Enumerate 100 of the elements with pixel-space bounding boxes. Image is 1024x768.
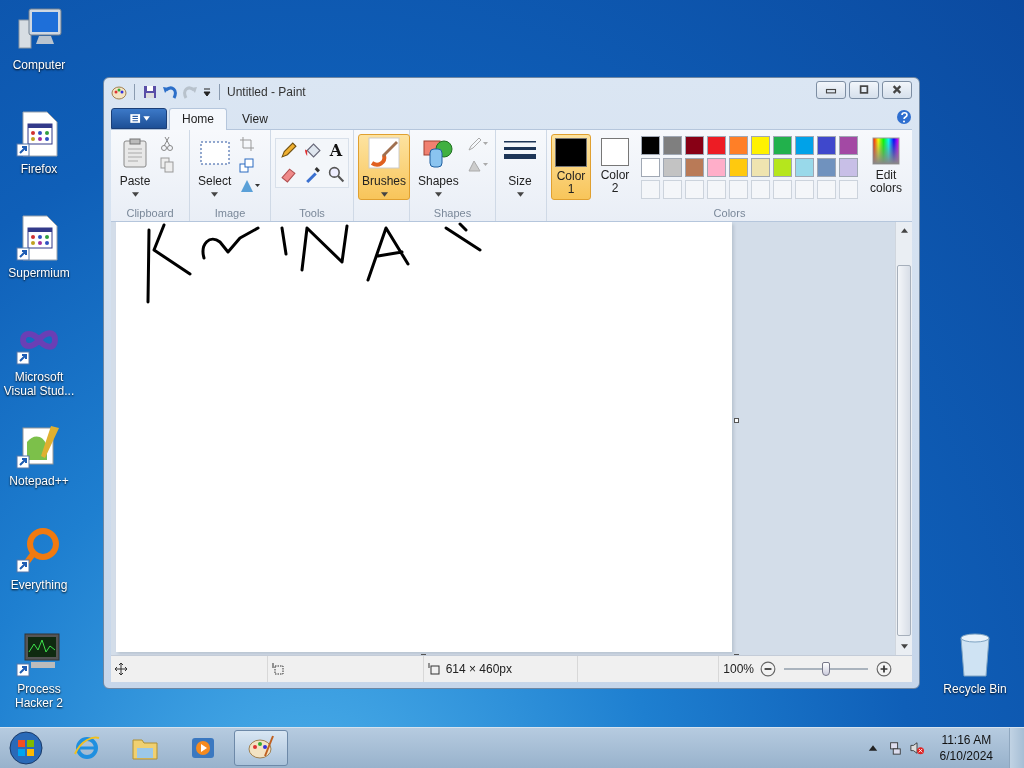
help-icon[interactable] [896, 109, 912, 126]
palette-icon [247, 734, 275, 762]
desktop-shortcut[interactable]: Microsoft Visual Stud... [0, 318, 78, 404]
slider-thumb[interactable] [822, 662, 830, 677]
maximize-icon [857, 85, 871, 95]
palette-swatch[interactable] [641, 135, 660, 155]
brushes-button[interactable]: Brushes [358, 133, 411, 200]
paste-button[interactable]: Paste [115, 133, 155, 200]
palette-swatch[interactable] [773, 157, 792, 177]
palette-swatch[interactable] [685, 135, 704, 155]
group-label: Clipboard [126, 206, 174, 222]
palette-icon[interactable] [111, 83, 127, 100]
canvas-size-text: 614 × 460px [445, 662, 513, 677]
save-icon[interactable] [142, 83, 158, 100]
close-icon [890, 85, 904, 95]
minimize-button[interactable] [816, 80, 846, 99]
palette-swatch[interactable] [729, 135, 748, 155]
empty-swatch[interactable] [729, 179, 748, 199]
text-tool-button[interactable]: A [325, 139, 347, 162]
desktop-shortcut[interactable]: Notepad++ [0, 422, 78, 508]
ribbon-tab[interactable]: View [229, 107, 281, 130]
edit-colors-button[interactable]: Edit colors [864, 133, 908, 198]
vertical-scrollbar[interactable] [895, 222, 912, 656]
empty-swatch[interactable] [641, 179, 660, 199]
palette-swatch[interactable] [817, 135, 836, 155]
group-label: Shapes [433, 206, 472, 222]
empty-swatch[interactable] [751, 179, 770, 199]
desktop-shortcut[interactable]: Computer [0, 6, 78, 92]
close-button[interactable] [882, 80, 912, 99]
pencil-icon [279, 141, 297, 159]
size-button[interactable]: Size [500, 133, 540, 200]
palette-swatch[interactable] [795, 135, 814, 155]
desktop-shortcut[interactable]: Recycle Bin [936, 630, 1014, 696]
undo-icon[interactable] [162, 83, 178, 100]
eraser-icon [279, 165, 297, 183]
zoom-level-text: 100% [723, 662, 754, 677]
resize-handle[interactable] [734, 418, 739, 424]
empty-swatch[interactable] [839, 179, 858, 199]
palette-swatch[interactable] [751, 135, 770, 155]
maximize-button[interactable] [849, 80, 879, 99]
network-icon[interactable] [887, 741, 902, 755]
empty-swatch[interactable] [707, 179, 726, 199]
palette-swatch[interactable] [707, 135, 726, 155]
desktop-shortcut[interactable]: Everything [0, 526, 78, 612]
desktop-shortcut[interactable]: Firefox [0, 110, 78, 196]
caret-icon [131, 191, 139, 197]
plus-icon [876, 661, 892, 678]
monitor-icon [15, 630, 63, 678]
empty-swatch[interactable] [663, 179, 682, 199]
dropdown-icon[interactable] [202, 86, 212, 97]
color-slot-button[interactable]: Color 2 [595, 133, 635, 200]
clock[interactable]: 11:16 AM 6/10/2024 [939, 732, 993, 764]
start-button[interactable] [8, 730, 44, 766]
show-desktop-button[interactable] [1009, 728, 1024, 768]
shapes-button[interactable]: Shapes [414, 133, 463, 200]
copy-icon[interactable] [159, 156, 175, 173]
speaker-muted-icon[interactable] [909, 741, 924, 755]
empty-swatch[interactable] [795, 179, 814, 199]
color-spectrum-icon [872, 136, 900, 165]
desktop-shortcut[interactable]: Supermium [0, 214, 78, 300]
scroll-down-icon[interactable] [900, 644, 908, 650]
palette-swatch[interactable] [685, 157, 704, 177]
resize-icon[interactable] [239, 156, 256, 173]
scissors-icon[interactable] [159, 135, 175, 152]
window-title: Untitled - Paint [227, 84, 306, 99]
palette-swatch[interactable] [751, 157, 770, 177]
zoom-out-button[interactable] [760, 661, 776, 678]
taskbar-button[interactable] [234, 730, 288, 766]
ribbon-tab[interactable]: Home [169, 107, 227, 130]
brush-icon [368, 136, 400, 169]
zoom-in-button[interactable] [876, 661, 892, 678]
cursor-position-icon [115, 663, 127, 676]
magnifier-icon [327, 165, 345, 183]
palette-swatch[interactable] [839, 135, 858, 155]
crop-icon[interactable] [239, 135, 256, 152]
outline-icon[interactable] [466, 135, 489, 152]
palette-swatch[interactable] [817, 157, 836, 177]
palette-swatch[interactable] [707, 157, 726, 177]
desktop-shortcut[interactable]: Process Hacker 2 [0, 630, 78, 716]
palette-swatch[interactable] [663, 157, 682, 177]
scrollbar-thumb[interactable] [897, 265, 911, 637]
palette-swatch[interactable] [795, 157, 814, 177]
palette-swatch[interactable] [773, 135, 792, 155]
caret-icon [211, 191, 219, 197]
empty-swatch[interactable] [817, 179, 836, 199]
group-label: Tools [299, 206, 325, 222]
palette-swatch[interactable] [641, 157, 660, 177]
browser-icon [73, 734, 101, 762]
minus-icon [760, 661, 776, 678]
palette-swatch[interactable] [729, 157, 748, 177]
scroll-up-icon[interactable] [900, 228, 908, 234]
select-button[interactable]: Select [194, 133, 236, 200]
palette-swatch[interactable] [839, 157, 858, 177]
empty-swatch[interactable] [773, 179, 792, 199]
caret-icon [434, 191, 442, 197]
caret-icon [516, 191, 524, 197]
palette-swatch[interactable] [663, 135, 682, 155]
file-menu-button[interactable] [111, 107, 167, 129]
color-slot-button[interactable]: Color 1 [551, 133, 591, 200]
empty-swatch[interactable] [685, 179, 704, 199]
